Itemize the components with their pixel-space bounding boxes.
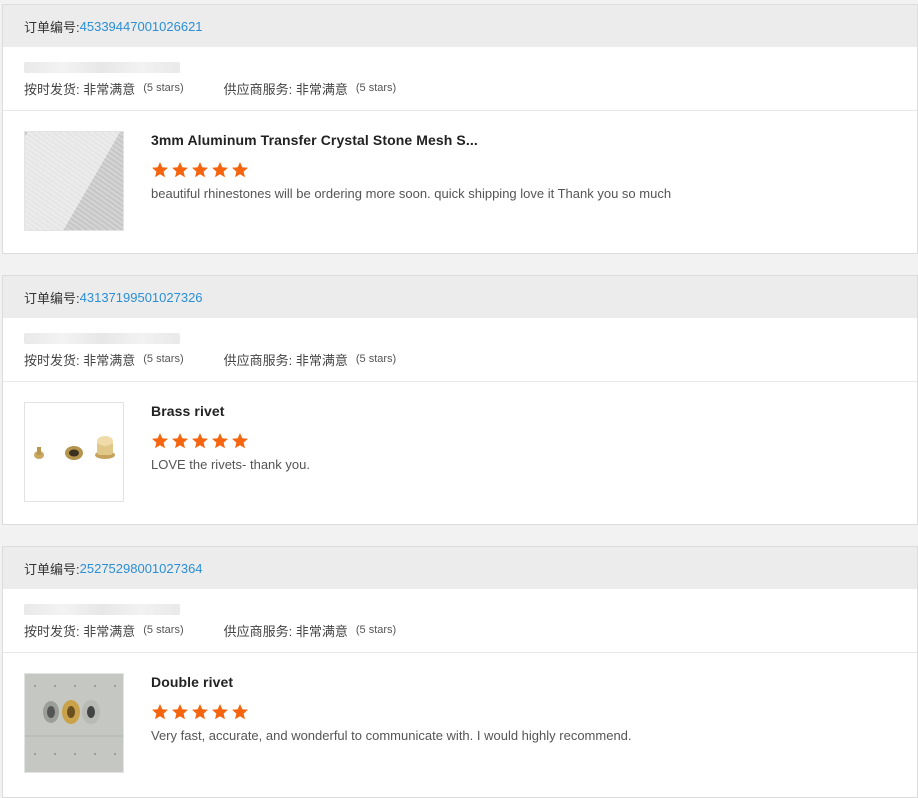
mesh-fabric-image[interactable] bbox=[24, 131, 124, 231]
on-time-stars-note: (5 stars) bbox=[143, 353, 184, 365]
double-rivet-illustration bbox=[25, 674, 123, 772]
brass-rivet-image[interactable] bbox=[24, 402, 124, 502]
blurred-buyer-name bbox=[24, 604, 180, 615]
star-icon bbox=[192, 162, 208, 178]
star-icon bbox=[172, 162, 188, 178]
on-time-label: 按时发货: bbox=[24, 81, 80, 97]
review-text: beautiful rhinestones will be ordering m… bbox=[151, 186, 672, 201]
supplier-rating: 非常满意 bbox=[295, 81, 348, 97]
supplier-stars-note: (5 stars) bbox=[355, 353, 397, 365]
supplier-label: 供应商服务: bbox=[223, 623, 293, 639]
order-header: 订单编号: 45339447001026621 bbox=[3, 5, 917, 47]
supplier-label: 供应商服务: bbox=[223, 81, 293, 97]
on-time-stars-note: (5 stars) bbox=[143, 82, 184, 94]
seller-ratings: 按时发货: 非常满意 (5 stars) 供应商服务: 非常满意 (5 star… bbox=[3, 73, 917, 103]
star-icon bbox=[192, 704, 208, 720]
supplier-label: 供应商服务: bbox=[223, 352, 293, 368]
supplier-rating: 非常满意 bbox=[295, 623, 348, 639]
on-time-rating: 非常满意 bbox=[83, 81, 136, 97]
seller-ratings: 按时发货: 非常满意 (5 stars) 供应商服务: 非常满意 (5 star… bbox=[3, 344, 917, 374]
star-rating bbox=[151, 432, 310, 450]
star-rating bbox=[151, 161, 671, 179]
order-header: 订单编号: 43137199501027326 bbox=[3, 276, 917, 318]
review-text: LOVE the rivets- thank you. bbox=[151, 457, 310, 472]
order-card: 订单编号: 25275298001027364 按时发货: 非常满意 (5 st… bbox=[2, 546, 918, 798]
star-icon bbox=[172, 433, 188, 449]
double-rivet-image[interactable] bbox=[24, 673, 124, 773]
star-rating bbox=[151, 703, 632, 721]
product-title[interactable]: Double rivet bbox=[151, 674, 632, 690]
blurred-buyer-name bbox=[24, 62, 180, 73]
star-icon bbox=[232, 704, 248, 720]
star-icon bbox=[232, 433, 248, 449]
star-icon bbox=[212, 162, 228, 178]
order-card: 订单编号: 43137199501027326 按时发货: 非常满意 (5 st… bbox=[2, 275, 918, 525]
seller-ratings: 按时发货: 非常满意 (5 stars) 供应商服务: 非常满意 (5 star… bbox=[3, 615, 917, 645]
review-text: Very fast, accurate, and wonderful to co… bbox=[151, 728, 632, 743]
supplier-rating: 非常满意 bbox=[295, 352, 348, 368]
brass-rivet-illustration bbox=[34, 436, 115, 460]
on-time-label: 按时发货: bbox=[24, 623, 80, 639]
order-card: 订单编号: 45339447001026621 按时发货: 非常满意 (5 st… bbox=[2, 4, 918, 254]
star-icon bbox=[212, 704, 228, 720]
star-icon bbox=[212, 433, 228, 449]
product-title[interactable]: 3mm Aluminum Transfer Crystal Stone Mesh… bbox=[151, 132, 671, 148]
order-number-label: 订单编号: bbox=[24, 19, 80, 35]
blurred-buyer-name bbox=[24, 333, 180, 344]
on-time-rating: 非常满意 bbox=[83, 623, 136, 639]
on-time-label: 按时发货: bbox=[24, 352, 80, 368]
star-icon bbox=[152, 704, 168, 720]
order-header: 订单编号: 25275298001027364 bbox=[3, 547, 917, 589]
supplier-stars-note: (5 stars) bbox=[355, 82, 397, 94]
star-icon bbox=[152, 162, 168, 178]
product-item: Brass rivet LOVE the rivets- thank you. bbox=[3, 382, 917, 502]
on-time-stars-note: (5 stars) bbox=[143, 624, 184, 636]
order-number-link[interactable]: 45339447001026621 bbox=[80, 19, 203, 34]
supplier-stars-note: (5 stars) bbox=[355, 624, 397, 636]
order-number-link[interactable]: 25275298001027364 bbox=[80, 561, 203, 576]
order-number-label: 订单编号: bbox=[24, 290, 80, 306]
star-icon bbox=[172, 704, 188, 720]
product-title[interactable]: Brass rivet bbox=[151, 403, 310, 419]
order-number-label: 订单编号: bbox=[24, 561, 80, 577]
star-icon bbox=[152, 433, 168, 449]
product-item: Double rivet Very fast, accurate, and wo… bbox=[3, 653, 917, 773]
star-icon bbox=[192, 433, 208, 449]
star-icon bbox=[232, 162, 248, 178]
product-item: 3mm Aluminum Transfer Crystal Stone Mesh… bbox=[3, 111, 917, 231]
on-time-rating: 非常满意 bbox=[83, 352, 136, 368]
order-number-link[interactable]: 43137199501027326 bbox=[80, 290, 203, 305]
